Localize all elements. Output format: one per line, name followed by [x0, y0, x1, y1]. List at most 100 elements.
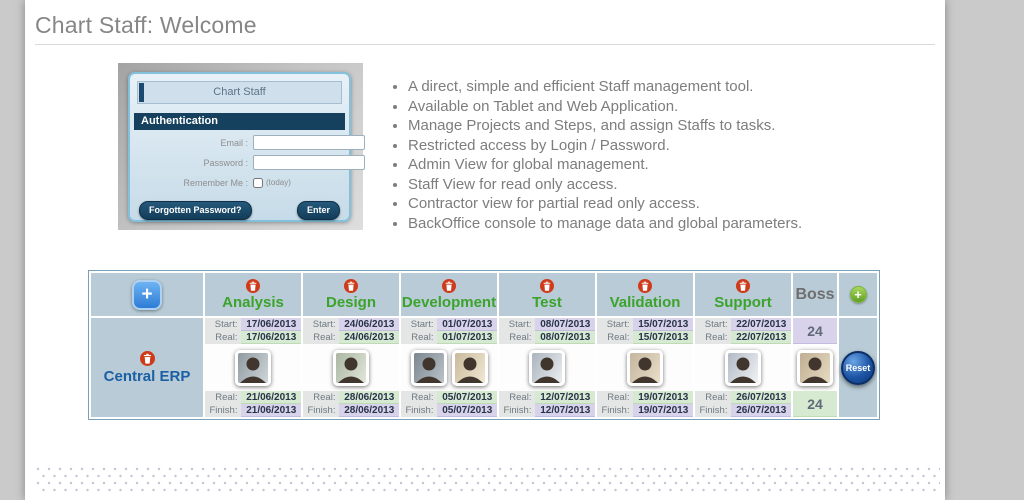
- real-start-date: 22/07/2013: [731, 331, 791, 344]
- staff-photo: [529, 349, 565, 386]
- password-field: [253, 155, 365, 170]
- real-label: Real:: [695, 331, 732, 344]
- real-label: Real:: [205, 391, 242, 404]
- step-cell-support: Start: 22/07/2013 Real: 22/07/2013 Real: 26…: [695, 318, 791, 417]
- step-cell-analysis: Start: 17/06/2013 Real: 17/06/2013 Real: 21…: [205, 318, 301, 417]
- real-label: Real:: [597, 331, 634, 344]
- boss-cell: 24 24: [793, 318, 837, 417]
- boss-bottom-value: 24: [793, 391, 837, 417]
- staff-chart: + Analysis Design Development Test Valid…: [88, 270, 880, 420]
- page-title: Chart Staff: Welcome: [35, 12, 257, 38]
- add-project-cell: +: [91, 273, 203, 316]
- chart-header-row: + Analysis Design Development Test Valid…: [91, 273, 877, 316]
- feature-item: Admin View for global management.: [408, 155, 878, 175]
- step-header-support: Support: [714, 293, 772, 311]
- add-project-button[interactable]: +: [132, 279, 162, 310]
- delete-step-icon[interactable]: [540, 278, 554, 293]
- remember-me-label: Remember Me :: [183, 177, 248, 188]
- real-finish-date: 12/07/2013: [535, 391, 595, 404]
- step-cell-design: Start: 24/06/2013 Real: 24/06/2013 Real: 28…: [303, 318, 399, 417]
- delete-step-icon[interactable]: [442, 278, 456, 293]
- real-label: Real:: [499, 391, 536, 404]
- add-step-button[interactable]: +: [849, 286, 867, 303]
- content-page: Chart Staff: Welcome Chart Staff Authent…: [25, 0, 945, 500]
- start-label: Start:: [401, 318, 438, 331]
- finish-label: Finish:: [303, 404, 340, 417]
- step-cell-development: Start: 01/07/2013 Real: 01/07/2013 Real: 05…: [401, 318, 497, 417]
- finish-label: Finish:: [597, 404, 634, 417]
- finish-date: 28/06/2013: [339, 404, 399, 417]
- delete-step-icon[interactable]: [638, 278, 652, 293]
- start-label: Start:: [499, 318, 536, 331]
- start-date: 08/07/2013: [535, 318, 595, 331]
- forgotten-password-button: Forgotten Password?: [139, 201, 252, 220]
- finish-label: Finish:: [401, 404, 438, 417]
- dotted-pattern: [36, 467, 940, 494]
- project-row: Central ERP Start: 17/06/2013 Real: 17/06/…: [91, 318, 877, 417]
- real-label: Real:: [695, 391, 732, 404]
- feature-item: Manage Projects and Steps, and assign St…: [408, 116, 878, 136]
- real-start-date: 17/06/2013: [241, 331, 301, 344]
- boss-header: Boss: [795, 285, 835, 303]
- email-field: [253, 135, 365, 150]
- finish-label: Finish:: [205, 404, 242, 417]
- feature-item: A direct, simple and efficient Staff man…: [408, 77, 878, 97]
- staff-photo: [235, 349, 271, 386]
- step-header-analysis: Analysis: [222, 293, 284, 311]
- real-finish-date: 05/07/2013: [437, 391, 497, 404]
- finish-label: Finish:: [695, 404, 732, 417]
- staff-photo: [410, 349, 447, 386]
- login-screenshot-image: Chart Staff Authentication Email : Passw…: [118, 63, 365, 230]
- step-header-design: Design: [325, 293, 376, 311]
- titlebar-accent: [139, 83, 144, 102]
- delete-step-icon[interactable]: [344, 278, 358, 293]
- start-label: Start:: [597, 318, 634, 331]
- start-label: Start:: [695, 318, 732, 331]
- delete-project-icon[interactable]: [139, 350, 155, 366]
- boss-top-value: 24: [793, 318, 837, 344]
- title-divider: [35, 44, 935, 45]
- delete-step-icon[interactable]: [246, 278, 260, 293]
- real-label: Real:: [303, 391, 340, 404]
- password-label: Password :: [203, 157, 248, 168]
- real-label: Real:: [401, 331, 438, 344]
- feature-item: Staff View for read only access.: [408, 175, 878, 195]
- feature-list: A direct, simple and efficient Staff man…: [391, 77, 878, 233]
- step-header-test: Test: [532, 293, 562, 311]
- feature-item: Restricted access by Login / Password.: [408, 136, 878, 156]
- reset-button[interactable]: Reset: [841, 350, 875, 385]
- staff-photo: [451, 349, 488, 386]
- staff-photo: [333, 349, 369, 386]
- step-cell-test: Start: 08/07/2013 Real: 08/07/2013 Real: 12…: [499, 318, 595, 417]
- login-titlebar: Chart Staff: [137, 81, 342, 104]
- step-cell-validation: Start: 15/07/2013 Real: 15/07/2013 Real: 19…: [597, 318, 693, 417]
- remember-me-checkbox: [253, 177, 263, 188]
- real-label: Real:: [597, 391, 634, 404]
- feature-item: Available on Tablet and Web Application.: [408, 97, 878, 117]
- real-finish-date: 26/07/2013: [731, 391, 791, 404]
- email-label: Email :: [220, 137, 248, 148]
- start-date: 15/07/2013: [633, 318, 693, 331]
- enter-button: Enter: [296, 201, 340, 220]
- project-name: Central ERP: [103, 367, 191, 385]
- login-panel: Chart Staff Authentication Email : Passw…: [128, 72, 365, 222]
- delete-step-icon[interactable]: [736, 278, 750, 293]
- boss-photo: [797, 349, 833, 386]
- finish-date: 26/07/2013: [731, 404, 791, 417]
- real-label: Real:: [499, 331, 536, 344]
- start-label: Start:: [205, 318, 242, 331]
- finish-date: 12/07/2013: [535, 404, 595, 417]
- remember-me-hint: (today): [266, 178, 291, 187]
- start-date: 17/06/2013: [241, 318, 301, 331]
- feature-item: Contractor view for partial read only ac…: [408, 194, 878, 214]
- finish-date: 05/07/2013: [437, 404, 497, 417]
- real-start-date: 01/07/2013: [437, 331, 497, 344]
- real-label: Real:: [303, 331, 340, 344]
- real-start-date: 08/07/2013: [535, 331, 595, 344]
- real-label: Real:: [401, 391, 438, 404]
- real-finish-date: 28/06/2013: [339, 391, 399, 404]
- real-start-date: 15/07/2013: [633, 331, 693, 344]
- login-app-title: Chart Staff: [213, 86, 266, 98]
- real-finish-date: 19/07/2013: [633, 391, 693, 404]
- step-header-validation: Validation: [609, 293, 681, 311]
